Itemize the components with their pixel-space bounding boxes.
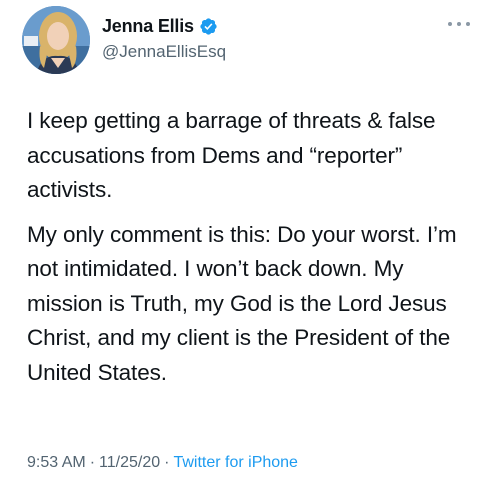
author-info: Jenna Ellis @JennaEllisEsq — [102, 14, 226, 62]
tweet-text: I keep getting a barrage of threats & fa… — [27, 104, 482, 390]
meta-separator: · — [89, 454, 96, 471]
display-name[interactable]: Jenna Ellis — [102, 16, 194, 37]
tweet-paragraph-2: My only comment is this: Do your worst. … — [27, 221, 457, 385]
handle[interactable]: @JennaEllisEsq — [102, 42, 226, 62]
tweet-card: Jenna Ellis @JennaEllisEsq I keep gettin… — [0, 0, 500, 482]
meta-separator: · — [164, 454, 170, 471]
more-options-icon[interactable] — [448, 20, 470, 28]
tweet-source-link[interactable]: Twitter for iPhone — [173, 454, 298, 471]
tweet-time[interactable]: 9:53 AM — [27, 454, 86, 471]
tweet-meta: 9:53 AM · 11/25/20 · Twitter for iPhone — [27, 454, 298, 472]
more-dot-icon — [448, 22, 452, 26]
tweet-date[interactable]: 11/25/20 — [99, 454, 160, 471]
tweet-paragraph-1: I keep getting a barrage of threats & fa… — [27, 108, 436, 202]
verified-badge-icon — [200, 17, 217, 35]
avatar-photo — [22, 6, 90, 74]
avatar[interactable] — [22, 6, 90, 74]
more-dot-icon — [466, 22, 470, 26]
more-dot-icon — [457, 22, 461, 26]
name-row: Jenna Ellis — [102, 14, 226, 38]
